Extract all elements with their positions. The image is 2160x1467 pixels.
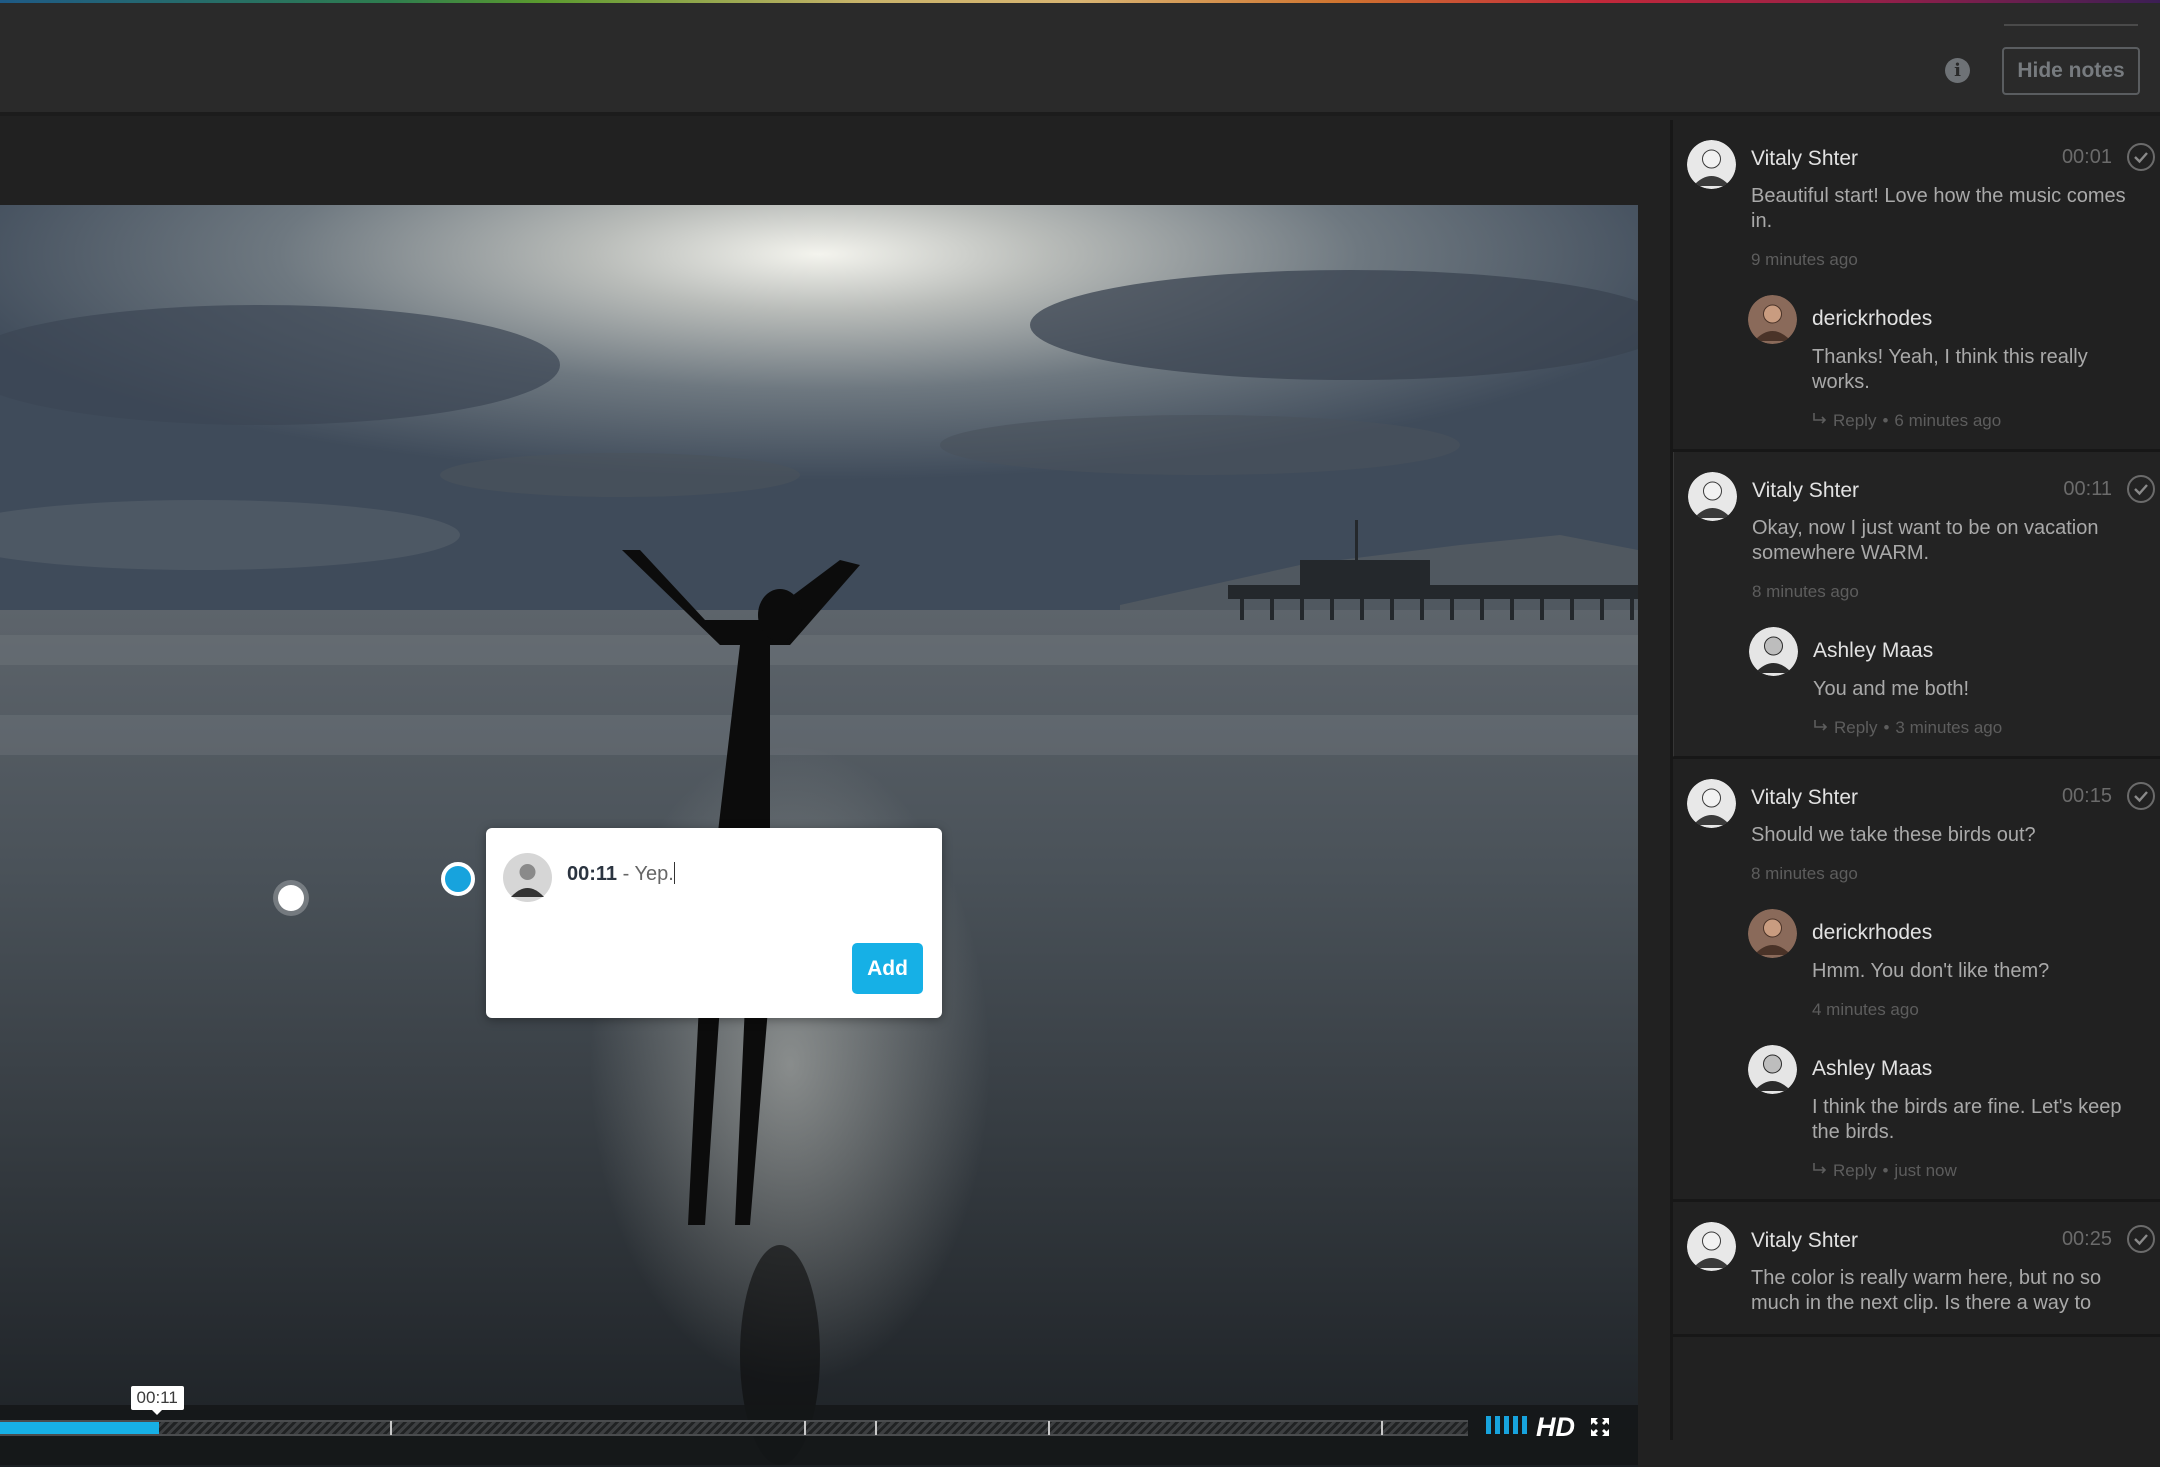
comment-thread: Vitaly Shter 00:11 Okay, now I just want t… [1673, 452, 2160, 759]
top-header: i Hide notes [0, 3, 2160, 116]
video-player[interactable]: 00:11 - Yep. Add [0, 205, 1638, 1467]
meta-separator: • [1883, 718, 1890, 737]
comment-text: Beautiful start! Love how the music come… [1751, 185, 2126, 232]
reply-label: Reply [1833, 1161, 1877, 1180]
comment: Vitaly Shter 00:11 Okay, now I just want t… [1674, 472, 2160, 602]
comment-text: Okay, now I just want to be on vacation … [1752, 517, 2099, 564]
reply-comment: derickrhodes Hmm. You don't like them? 4 m… [1673, 909, 2160, 1020]
comment: Vitaly Shter 00:01 Beautiful start! Love h… [1673, 140, 2160, 270]
reply-text: Thanks! Yeah, I think this really works. [1812, 346, 2088, 393]
avatar [1687, 1222, 1736, 1271]
comment: Vitaly Shter 00:15 Should we take these bi… [1673, 779, 2160, 884]
note-timestamp: 00:11 [567, 863, 618, 885]
video-area: 00:11 - Yep. Add 00:11 HD [0, 120, 1670, 1467]
add-note-popup: 00:11 - Yep. Add [486, 828, 942, 1018]
comment-age: 8 minutes ago [1751, 864, 1858, 883]
timeline-note-marker[interactable] [804, 1421, 807, 1435]
volume-bar [1495, 1416, 1500, 1434]
note-separator: - [617, 863, 635, 885]
note-text: Yep. [634, 863, 674, 885]
hd-quality-toggle[interactable]: HD [1536, 1412, 1575, 1443]
reply-button[interactable]: Reply [1812, 1161, 1876, 1181]
resolve-check-icon[interactable] [2126, 142, 2156, 172]
comment-thread: Vitaly Shter 00:01 Beautiful start! Love h… [1673, 120, 2160, 452]
active-note-marker-dot[interactable] [441, 862, 475, 896]
avatar [1748, 909, 1797, 958]
reply-comment: Ashley Maas I think the birds are fine. L… [1673, 1045, 2160, 1181]
reply-author: Ashley Maas [1813, 639, 1934, 662]
resolve-check-icon[interactable] [2126, 781, 2156, 811]
timeline-progress [0, 1422, 159, 1434]
player-controls: 00:11 HD [0, 1386, 1638, 1465]
reply-age: just now [1894, 1161, 1957, 1180]
reply-comment: Ashley Maas You and me both! Reply • 3 minut… [1674, 627, 2160, 738]
reply-text: I think the birds are fine. Let's keep t… [1812, 1096, 2122, 1143]
comment-age: 8 minutes ago [1752, 582, 1859, 601]
reply-text: Hmm. You don't like them? [1812, 960, 2050, 982]
user-avatar [503, 853, 552, 902]
reply-age: 3 minutes ago [1895, 718, 2003, 737]
info-icon[interactable]: i [1945, 58, 1970, 83]
hide-notes-button[interactable]: Hide notes [2002, 47, 2140, 95]
reply-button[interactable]: Reply [1813, 718, 1877, 738]
comment-age: 9 minutes ago [1751, 250, 1858, 269]
comment-timestamp-link[interactable]: 00:15 [2062, 785, 2112, 808]
avatar [1748, 295, 1797, 344]
comment-timestamp-link[interactable]: 00:25 [2062, 1228, 2112, 1251]
reply-label: Reply [1833, 411, 1877, 430]
fullscreen-icon[interactable] [1590, 1417, 1610, 1437]
volume-bar [1522, 1416, 1527, 1434]
reply-author: derickrhodes [1812, 921, 1933, 944]
avatar [1749, 627, 1798, 676]
resolve-check-icon[interactable] [2126, 474, 2156, 504]
note-input[interactable]: 00:11 - Yep. [567, 862, 907, 886]
reply-author: Ashley Maas [1812, 1057, 1933, 1080]
timeline-note-marker[interactable] [874, 1421, 877, 1435]
reply-text: You and me both! [1813, 678, 1970, 700]
comment: Vitaly Shter 00:25 The color is really war… [1673, 1222, 2160, 1316]
avatar [1688, 472, 1737, 521]
comment-thread: Vitaly Shter 00:25 The color is really war… [1673, 1202, 2160, 1337]
avatar [1687, 140, 1736, 189]
volume-bar [1504, 1416, 1509, 1434]
comment-text: The color is really warm here, but no so… [1751, 1267, 2102, 1314]
reply-author: derickrhodes [1812, 307, 1933, 330]
timeline-note-marker[interactable] [1381, 1421, 1384, 1435]
header-divider [2004, 24, 2138, 26]
resolve-check-icon[interactable] [2126, 1224, 2156, 1254]
reply-label: Reply [1834, 718, 1878, 737]
avatar [1687, 779, 1736, 828]
reply-age: 6 minutes ago [1894, 411, 2002, 430]
volume-bar [1486, 1416, 1491, 1434]
comment-timestamp-link[interactable]: 00:01 [2062, 146, 2112, 169]
reply-arrow-icon [1813, 718, 1829, 738]
text-caret [673, 862, 675, 884]
reply-arrow-icon [1812, 1161, 1828, 1181]
reply-arrow-icon [1812, 411, 1828, 431]
current-time-tooltip: 00:11 [130, 1386, 184, 1415]
avatar [1748, 1045, 1797, 1094]
notes-panel: Vitaly Shter 00:01 Beautiful start! Love h… [1670, 120, 2160, 1440]
meta-separator: • [1882, 411, 1889, 430]
timeline-note-marker[interactable] [390, 1421, 393, 1435]
timeline-note-marker[interactable] [1048, 1421, 1051, 1435]
comment-thread: Vitaly Shter 00:15 Should we take these bi… [1673, 759, 2160, 1202]
comment-text: Should we take these birds out? [1751, 824, 2036, 846]
meta-separator: • [1882, 1161, 1889, 1180]
volume-control[interactable] [1486, 1416, 1527, 1434]
note-marker-dot[interactable] [278, 885, 304, 911]
add-note-button[interactable]: Add [852, 943, 923, 994]
reply-button[interactable]: Reply [1812, 411, 1876, 431]
reply-age: 4 minutes ago [1812, 1000, 1919, 1019]
comment-timestamp-link[interactable]: 00:11 [2063, 478, 2112, 501]
volume-bar [1513, 1416, 1518, 1434]
timeline-scrubber[interactable]: 00:11 [0, 1386, 1468, 1436]
reply-comment: derickrhodes Thanks! Yeah, I think this r… [1673, 295, 2160, 431]
